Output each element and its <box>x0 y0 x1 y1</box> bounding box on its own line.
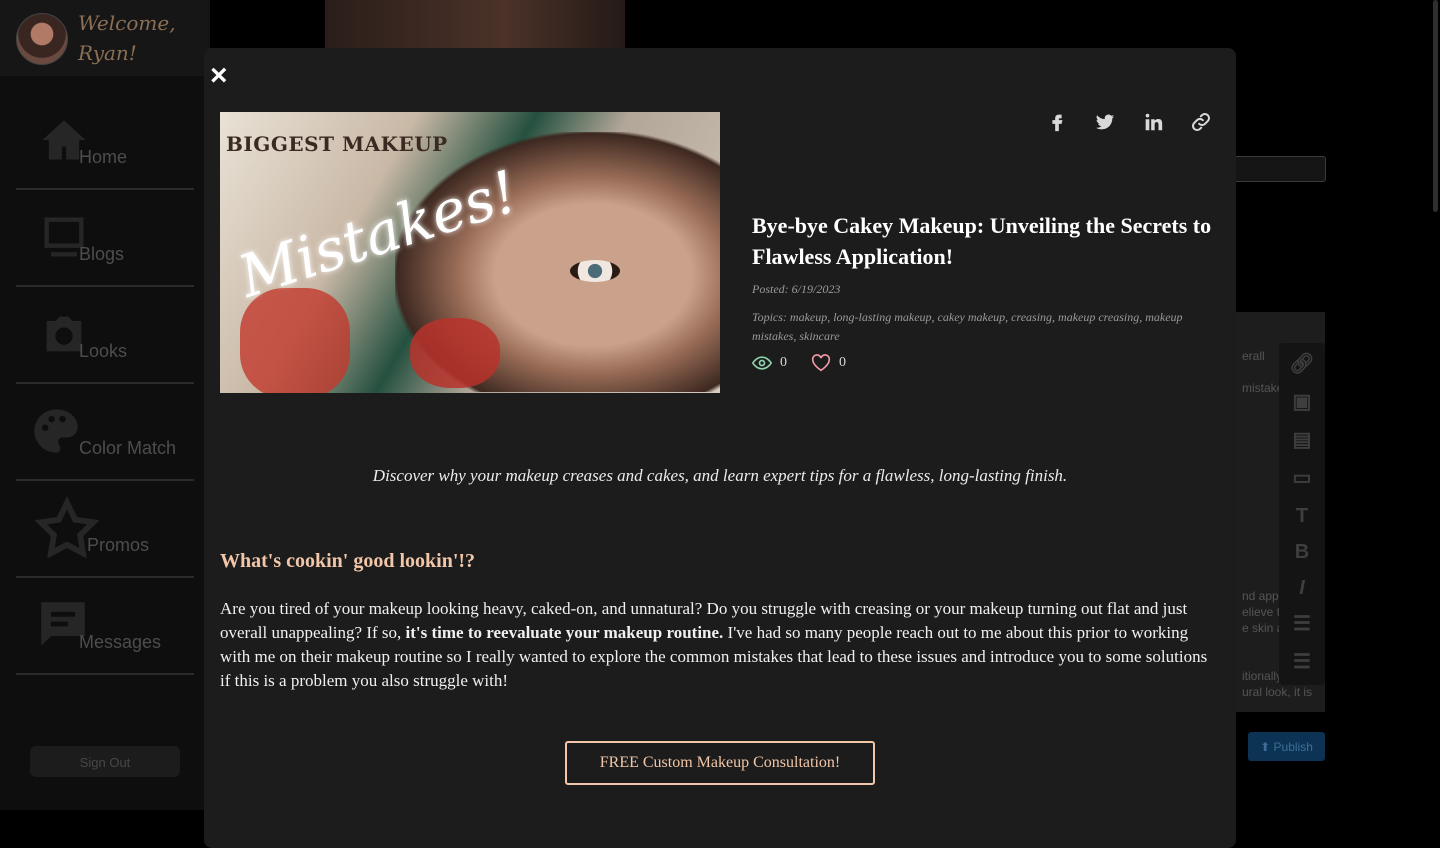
link-icon[interactable] <box>1188 108 1214 136</box>
heart-icon[interactable] <box>811 354 831 372</box>
editor-fragment: nd app <box>1242 589 1279 603</box>
post-title: Bye-bye Cakey Makeup: Unveiling the Secr… <box>752 213 1212 269</box>
hero-image: BIGGEST MAKEUP Mistakes! <box>220 112 720 393</box>
bullet-list-icon: ☰ <box>1293 613 1311 635</box>
hero-heading: BIGGEST MAKEUP <box>226 132 448 156</box>
sidebar-item-blogs[interactable]: Blogs <box>16 189 194 287</box>
publish-label: Publish <box>1273 740 1313 754</box>
sidebar-item-label: Blogs <box>79 244 125 264</box>
sidebar-item-label: Messages <box>79 632 162 652</box>
sidebar-item-promos[interactable]: Promos <box>16 480 194 578</box>
sidebar-item-label: Home <box>79 147 128 167</box>
sidebar-item-home[interactable]: Home <box>16 92 194 190</box>
close-icon[interactable]: × <box>210 61 234 91</box>
like-count[interactable]: 0 <box>811 354 846 372</box>
hero-nails <box>410 318 500 388</box>
numbered-list-icon: ☰ <box>1293 651 1311 673</box>
post-summary: Discover why your makeup creases and cak… <box>372 466 1068 485</box>
editor-toolbar: 🔗︎ ▣ ▤ ▭ T B I ☰ ☰ <box>1279 343 1325 685</box>
view-count: 0 <box>752 354 787 372</box>
text-icon: T <box>1295 505 1309 527</box>
post-body: Are you tired of your makeup looking hea… <box>220 597 1216 693</box>
post-date: Posted: 6/19/2023 <box>752 282 841 296</box>
hero-eye <box>570 260 620 282</box>
section-heading: What's cookin' good lookin'!? <box>220 550 476 572</box>
linkedin-icon[interactable] <box>1140 108 1166 136</box>
like-count-value: 0 <box>839 355 846 370</box>
editor-fragment: e skin a <box>1242 621 1284 635</box>
editor-fragment: ural look, it is <box>1242 685 1313 699</box>
embed-icon: ▭ <box>1292 467 1312 489</box>
background-select <box>1226 156 1326 182</box>
sidebar-item-label: Color Match <box>79 438 177 458</box>
palette-icon <box>34 409 78 453</box>
body-text-bold: it's time to reevaluate your makeup rout… <box>405 623 724 642</box>
italic-icon: I <box>1299 577 1305 599</box>
post-stats: 0 0 <box>752 354 846 372</box>
sidebar-item-label: Promos <box>87 535 150 555</box>
publish-button: ⬆ Publish <box>1248 732 1325 761</box>
video-icon: ▤ <box>1292 429 1312 451</box>
editor-fragment: erall <box>1242 349 1265 363</box>
background-post-thumbnail <box>325 0 625 48</box>
facebook-icon[interactable] <box>1044 108 1070 136</box>
sidebar: Welcome, Ryan! Home Blogs Looks Color Ma… <box>0 0 210 810</box>
sidebar-item-label: Looks <box>79 341 128 361</box>
view-count-value: 0 <box>780 355 787 370</box>
image-icon: ▣ <box>1292 391 1312 413</box>
sidebar-item-looks[interactable]: Looks <box>16 286 194 384</box>
editor-fragment: itionally <box>1242 669 1283 683</box>
sign-out-button[interactable]: Sign Out <box>30 746 180 777</box>
post-topics: Topics: makeup, long-lasting makeup, cak… <box>752 310 1183 343</box>
link-icon: 🔗︎ <box>1289 353 1315 375</box>
bold-icon: B <box>1294 541 1310 563</box>
sidebar-item-color-match[interactable]: Color Match <box>16 383 194 481</box>
sidebar-item-messages[interactable]: Messages <box>16 577 194 675</box>
editor-fragment: elieve t <box>1242 605 1281 619</box>
welcome-text: Welcome, Ryan! <box>78 11 176 65</box>
consultation-button[interactable]: FREE Custom Makeup Consultation! <box>565 741 875 785</box>
avatar <box>16 13 68 65</box>
blog-post-modal: × BIGGEST MAKEUP Mistakes! Bye-bye Cakey… <box>204 48 1236 848</box>
welcome-panel: Welcome, Ryan! <box>0 0 210 76</box>
share-bar <box>1044 108 1214 136</box>
page-scrollbar[interactable] <box>1433 0 1438 212</box>
eye-icon <box>752 356 772 370</box>
twitter-icon[interactable] <box>1092 108 1118 136</box>
